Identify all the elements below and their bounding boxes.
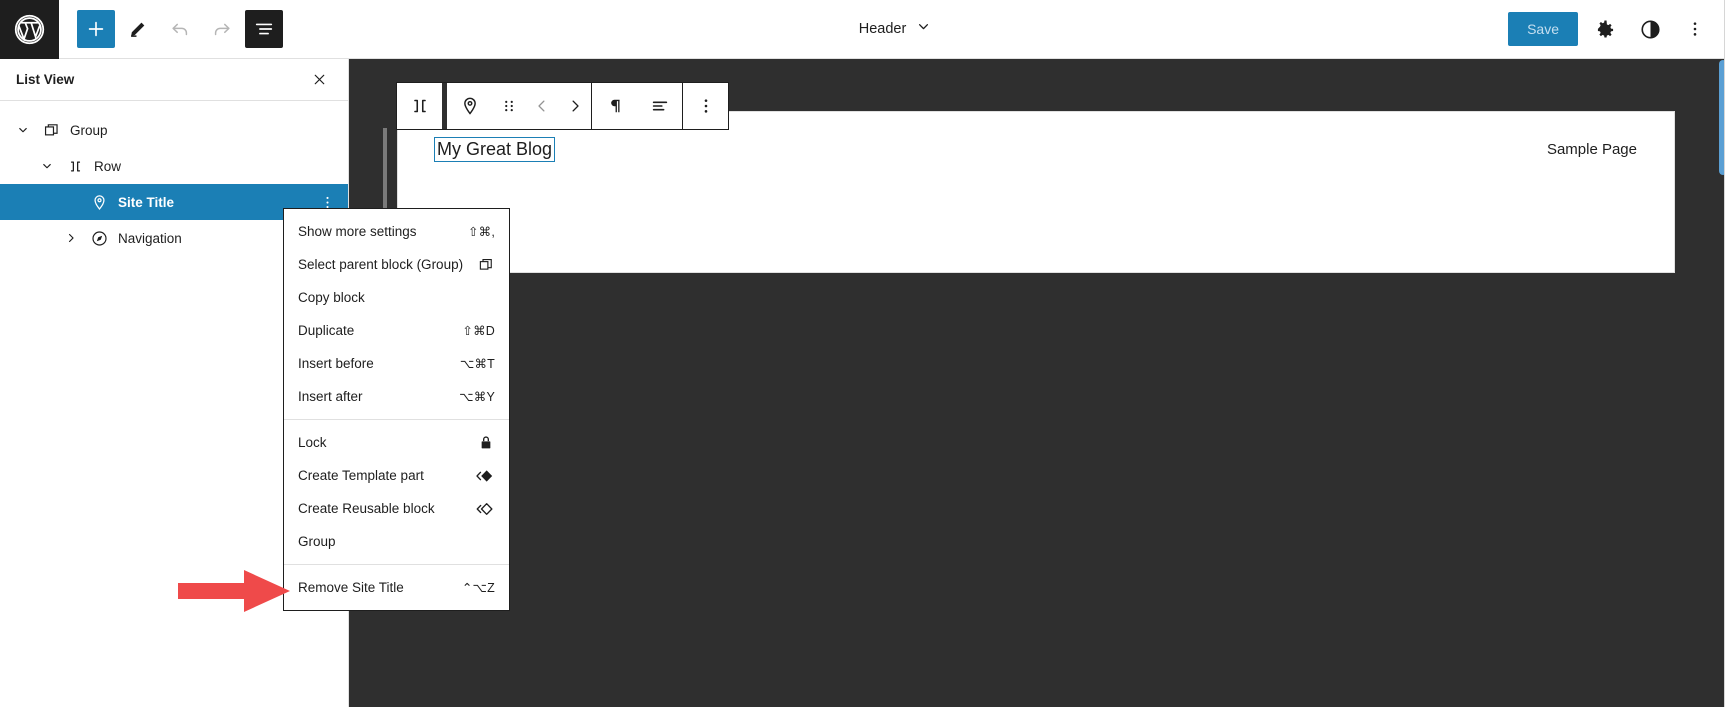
site-title-block[interactable]: My Great Blog [433,137,556,162]
chevron-left-icon[interactable] [525,83,558,129]
group-block-icon [477,256,495,274]
menu-item-label: Lock [298,435,327,450]
list-item-label: Row [94,158,122,174]
context-menu-section-primary: Show more settings ⇧⌘, Select parent blo… [284,209,509,419]
chevron-down-icon[interactable] [34,159,60,173]
document-title-bar[interactable]: Header [283,18,1508,40]
menu-item-copy-block[interactable]: Copy block [284,281,509,314]
context-menu-section-transform: Lock Create Template part Create Reusabl… [284,419,509,564]
list-view-title: List View [16,72,75,87]
template-part-icon [475,466,495,486]
add-block-button[interactable] [77,10,115,48]
menu-item-label: Remove Site Title [298,580,404,595]
header-template-row: My Great Blog Sample Page [433,137,1637,162]
block-toolbar [396,82,729,130]
navigation-link-sample-page[interactable]: Sample Page [1547,141,1637,158]
menu-item-label: Copy block [298,290,365,305]
list-view-button[interactable] [245,10,283,48]
edit-tool-button[interactable] [119,10,157,48]
reusable-block-icon [475,499,495,519]
menu-item-shortcut: ⌥⌘Y [459,390,495,404]
menu-item-group[interactable]: Group [284,525,509,558]
close-x-icon[interactable] [306,67,332,93]
drag-dots-icon[interactable] [492,83,525,129]
top-bar-tools [59,10,283,48]
contrast-half-circle-icon[interactable] [1632,11,1668,47]
menu-item-select-parent-block[interactable]: Select parent block (Group) [284,248,509,281]
menu-item-label: Duplicate [298,323,355,338]
menu-item-lock[interactable]: Lock [284,426,509,459]
menu-item-insert-after[interactable]: Insert after ⌥⌘Y [284,380,509,413]
gear-icon[interactable] [1587,11,1623,47]
menu-item-shortcut: ⌥⌘T [459,357,495,371]
list-item-label: Site Title [118,194,175,210]
chevron-right-icon[interactable] [558,83,591,129]
chevron-down-icon [915,18,932,40]
site-title-pin-icon [84,193,114,212]
menu-item-insert-before[interactable]: Insert before ⌥⌘T [284,347,509,380]
list-item-label: Navigation [118,230,182,246]
save-button[interactable]: Save [1508,12,1578,46]
block-options-button[interactable] [683,83,728,129]
list-item-group[interactable]: Group [0,112,348,148]
select-parent-row-button[interactable] [397,83,442,129]
redo-button[interactable] [203,10,241,48]
browser-scrollbar[interactable] [1724,0,1729,707]
site-title-pin-icon[interactable] [447,83,492,129]
chevron-right-icon[interactable] [58,231,84,245]
chevron-down-icon[interactable] [10,123,36,137]
editor-root: Header Save My Great Blog Sample Page Li… [0,0,1729,707]
menu-item-duplicate[interactable]: Duplicate ⇧⌘D [284,314,509,347]
menu-item-label: Show more settings [298,224,417,239]
context-menu-section-remove: Remove Site Title ⌃⌥Z [284,564,509,610]
menu-item-show-more-settings[interactable]: Show more settings ⇧⌘, [284,215,509,248]
list-view-header: List View [0,59,348,101]
list-item-row[interactable]: Row [0,148,348,184]
document-sheet: My Great Blog Sample Page [397,111,1675,273]
annotation-arrow-icon [178,570,290,617]
three-vertical-dots-icon[interactable] [1677,11,1713,47]
menu-item-label: Insert after [298,389,363,404]
menu-item-label: Group [298,534,336,549]
editor-top-bar: Header Save [0,0,1729,59]
menu-item-shortcut: ⌃⌥Z [461,581,495,595]
document-title: Header [858,21,907,37]
menu-item-create-reusable-block[interactable]: Create Reusable block [284,492,509,525]
menu-item-label: Create Reusable block [298,501,435,516]
editor-canvas: My Great Blog Sample Page [349,59,1729,707]
top-bar-actions: Save [1508,11,1729,47]
padlock-icon [477,434,495,452]
undo-button[interactable] [161,10,199,48]
list-item-label: Group [70,122,108,138]
block-context-menu: Show more settings ⇧⌘, Select parent blo… [283,208,510,611]
menu-item-remove-site-title[interactable]: Remove Site Title ⌃⌥Z [284,571,509,604]
row-block-icon [60,157,90,176]
menu-item-shortcut: ⇧⌘D [462,324,495,338]
pilcrow-icon[interactable] [592,83,637,129]
align-left-icon[interactable] [637,83,682,129]
menu-item-shortcut: ⇧⌘, [467,225,495,239]
navigation-block-icon [84,229,114,248]
menu-item-label: Select parent block (Group) [298,257,464,272]
group-block-icon [36,121,66,140]
menu-item-create-template-part[interactable]: Create Template part [284,459,509,492]
wordpress-logo-icon[interactable] [0,0,59,59]
menu-item-label: Create Template part [298,468,424,483]
menu-item-label: Insert before [298,356,374,371]
